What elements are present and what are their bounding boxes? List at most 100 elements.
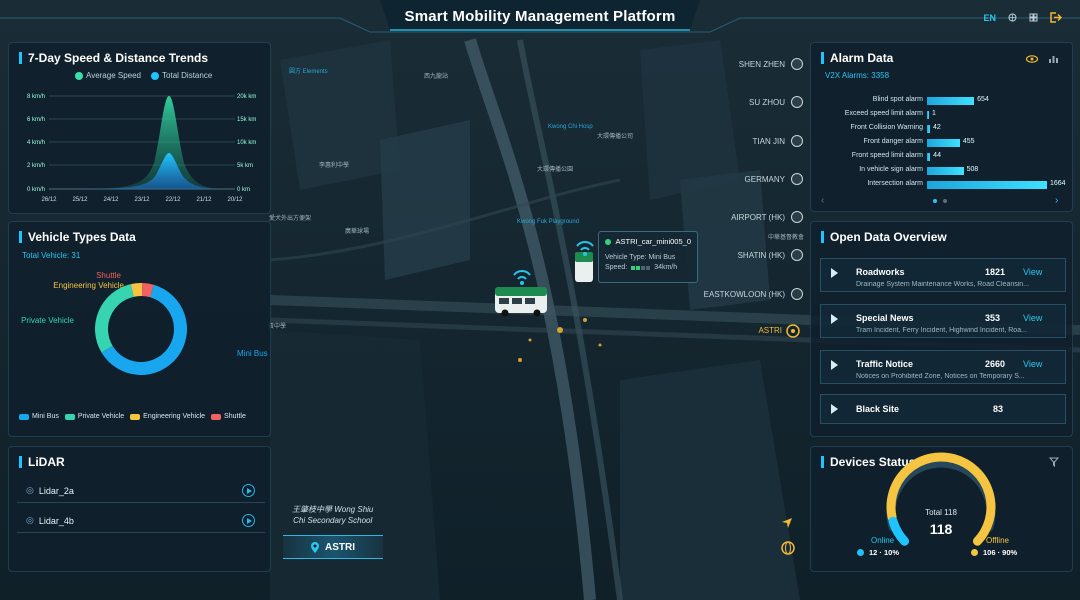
alarm-row: Exceed speed limit alarm 1 bbox=[821, 109, 1071, 121]
donut-slice[interactable] bbox=[95, 284, 134, 353]
slice-label: Private Vehicle bbox=[21, 316, 74, 325]
city-item-airport[interactable]: AIRPORT (HK) bbox=[731, 211, 803, 223]
alarm-bar bbox=[927, 167, 964, 175]
alarm-label: Intersection alarm bbox=[867, 180, 923, 187]
v2x-alarms-label: V2X Alarms: 3358 bbox=[825, 71, 890, 80]
school-label: 王肇枝中學 Wong Shiu Chi Secondary School bbox=[292, 505, 374, 525]
city-item-eastkowloon[interactable]: EASTKOWLOON (HK) bbox=[704, 288, 803, 300]
vehicle-donut: Mini Bus Private Vehicle Engineering Vehic… bbox=[21, 271, 268, 375]
bar-chart-icon[interactable] bbox=[1049, 55, 1058, 63]
legend-item[interactable]: Private Vehicle bbox=[64, 413, 124, 420]
map-label: 圓方 Elements bbox=[289, 69, 328, 75]
map-label: 西九龍站 bbox=[424, 74, 449, 80]
alarm-value: 42 bbox=[933, 124, 941, 131]
panel-title: Alarm Data bbox=[830, 51, 894, 65]
map-label: 大環傳播公園 bbox=[537, 167, 574, 173]
panel-title: LiDAR bbox=[28, 455, 65, 469]
logout-icon[interactable] bbox=[1050, 12, 1062, 23]
grid-icon[interactable] bbox=[1029, 13, 1038, 22]
page-title: Smart Mobility Management Platform bbox=[404, 8, 676, 25]
compass-icon bbox=[791, 211, 803, 223]
open-data-item-traffic-notice[interactable]: Traffic Notice 2660 View Notices on Proh… bbox=[820, 350, 1066, 384]
expand-icon[interactable] bbox=[831, 360, 838, 370]
tick-label: 0 km bbox=[237, 187, 250, 193]
view-link[interactable]: View bbox=[1023, 313, 1042, 323]
alarm-bar bbox=[927, 111, 929, 119]
legend-item[interactable]: Engineering Vehicle bbox=[130, 413, 205, 420]
legend-item[interactable]: Shuttle bbox=[211, 413, 246, 420]
alarm-label: Front danger alarm bbox=[863, 138, 923, 145]
alarm-row: In vehicle sign alarm 508 bbox=[821, 165, 1071, 177]
tick-label: 20/12 bbox=[227, 197, 243, 203]
tick-label: 23/12 bbox=[134, 197, 150, 203]
tick-label: 6 km/h bbox=[27, 117, 45, 123]
language-button[interactable]: EN bbox=[983, 13, 996, 23]
devices-panel: Devices Status Total 118 118 Online 12 ·… bbox=[810, 446, 1073, 572]
expand-icon[interactable] bbox=[831, 314, 838, 324]
tick-label: 22/12 bbox=[165, 197, 181, 203]
city-item-shenzhen[interactable]: SHEN ZHEN bbox=[739, 58, 803, 70]
view-link[interactable]: View bbox=[1023, 359, 1042, 369]
open-data-item-black-site[interactable]: Black Site 83 bbox=[820, 394, 1066, 424]
speed-chart: 8 km/h 6 km/h 4 km/h 2 km/h 0 km/h 20k km 15k… bbox=[27, 94, 256, 203]
expand-icon[interactable] bbox=[831, 404, 838, 414]
alarm-value: 1 bbox=[932, 110, 936, 117]
vehicle-name: ASTRI_car_mini005_0 bbox=[615, 237, 691, 246]
network-icon[interactable] bbox=[1008, 13, 1017, 22]
location-pin-icon bbox=[311, 541, 319, 553]
vehicle-type: Vehicle Type: Mini Bus bbox=[605, 254, 676, 261]
alarm-label: In vehicle sign alarm bbox=[859, 166, 923, 173]
alarm-value: 1664 bbox=[1050, 180, 1066, 187]
city-item-germany[interactable]: GERMANY bbox=[745, 173, 803, 185]
total-label: Total 118 bbox=[925, 508, 957, 517]
map-label: 大環傳播公司 bbox=[597, 134, 634, 140]
alarm-row: Front Collision Warning 42 bbox=[821, 123, 1071, 135]
alarm-label: Blind spot alarm bbox=[872, 96, 923, 103]
status-dot bbox=[605, 238, 611, 245]
city-item-astri[interactable]: ASTRI bbox=[758, 326, 782, 335]
radar-icon: ◎ bbox=[26, 515, 34, 525]
open-data-item-special-news[interactable]: Special News 353 View Tram Incident, Fer… bbox=[820, 304, 1066, 338]
online-value-row: 12 · 10% bbox=[857, 548, 899, 557]
tick-label: 2 km/h bbox=[27, 163, 45, 169]
map-label: Kwong Chi Hosp bbox=[548, 124, 593, 130]
slice-label: Mini Bus bbox=[237, 349, 268, 358]
eye-icon[interactable] bbox=[1026, 55, 1038, 63]
tick-label: 15k km bbox=[237, 117, 256, 123]
city-item-shatin[interactable]: SHATIN (HK) bbox=[738, 249, 803, 261]
compass-icon bbox=[791, 135, 803, 147]
minibus-icon bbox=[495, 287, 547, 317]
vehicle-popup[interactable]: ASTRI_car_mini005_0 Vehicle Type: Mini B… bbox=[598, 231, 698, 283]
play-icon[interactable] bbox=[242, 484, 255, 497]
total-value: 118 bbox=[929, 521, 953, 537]
city-item-tianjin[interactable]: TIAN JIN bbox=[753, 135, 803, 147]
tick-label: 10k km bbox=[237, 140, 256, 146]
expand-icon[interactable] bbox=[831, 268, 838, 278]
prev-arrow[interactable]: ‹ bbox=[821, 195, 824, 206]
alarm-row: Blind spot alarm 654 bbox=[821, 95, 1071, 107]
tick-label: 25/12 bbox=[72, 197, 88, 203]
lidar-item[interactable]: ◎ Lidar_2a bbox=[17, 479, 265, 503]
offline-value-row: 106 · 90% bbox=[971, 548, 1017, 557]
lidar-item[interactable]: ◎ Lidar_4b bbox=[17, 509, 265, 533]
location-button[interactable]: ASTRI bbox=[283, 535, 383, 559]
legend-item[interactable]: Mini Bus bbox=[19, 413, 59, 420]
map-label: 愛犬外出方便架 bbox=[269, 216, 312, 222]
tick-label: 24/12 bbox=[103, 197, 119, 203]
minibus-icon bbox=[575, 252, 593, 282]
speed-meter bbox=[631, 265, 651, 270]
alarm-row: Intersection alarm 1664 bbox=[821, 179, 1071, 191]
map-label: 中華基督教會 bbox=[768, 235, 805, 241]
play-icon[interactable] bbox=[242, 514, 255, 527]
view-link[interactable]: View bbox=[1023, 267, 1042, 277]
open-data-item-roadworks[interactable]: Roadworks 1821 View Drainage System Main… bbox=[820, 258, 1066, 292]
alarm-label: Front Collision Warning bbox=[850, 124, 924, 131]
city-item-suzhou[interactable]: SU ZHOU bbox=[749, 96, 803, 108]
next-arrow[interactable]: › bbox=[1055, 195, 1058, 206]
offline-label: Offline bbox=[986, 536, 1009, 545]
map-label: 李惠利中學 bbox=[319, 163, 350, 169]
alarm-value: 654 bbox=[977, 96, 989, 103]
speed-distance-panel: 7-Day Speed & Distance Trends Average Sp… bbox=[8, 42, 271, 214]
alarm-row: Front danger alarm 455 bbox=[821, 137, 1071, 149]
header: Smart Mobility Management Platform EN bbox=[0, 0, 1080, 34]
